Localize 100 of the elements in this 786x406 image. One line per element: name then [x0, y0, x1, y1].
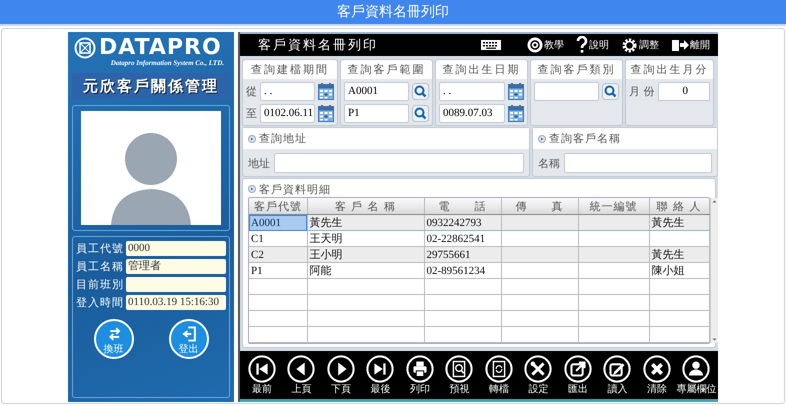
table-cell: 黃先生: [649, 214, 709, 230]
tool-label[interactable]: 離開: [690, 38, 710, 52]
edit-button[interactable]: 讀入: [598, 355, 637, 395]
document-refresh-icon: [484, 355, 513, 383]
question-mark-icon[interactable]: [576, 36, 588, 54]
filter-title: 查詢客戶類別: [531, 60, 622, 79]
field-label: 至: [246, 106, 257, 121]
tool-label[interactable]: 說明: [589, 38, 609, 52]
next-icon: [326, 355, 355, 383]
table-cell: 陳小姐: [649, 262, 709, 278]
logout-button[interactable]: 登出: [168, 319, 208, 359]
input-field[interactable]: 0: [658, 82, 710, 101]
screen-title: 客戶資料名冊列印: [258, 37, 379, 54]
field-label: 名稱: [538, 156, 560, 170]
exit-door-icon[interactable]: [671, 37, 689, 53]
column-header: 客 戶 名 稱: [307, 198, 424, 214]
filter-title: 查詢出生月分: [626, 60, 713, 79]
document-magnifier-icon: [445, 355, 474, 383]
previous-icon: [287, 355, 316, 383]
settings-icon[interactable]: [621, 36, 638, 54]
scroll-down-icon[interactable]: [710, 336, 718, 343]
disc-icon[interactable]: [527, 37, 543, 53]
previous-button[interactable]: 上頁: [282, 355, 321, 395]
input-field[interactable]: [274, 153, 524, 173]
column-header: 聯 絡 人: [649, 198, 709, 214]
scroll-up-icon[interactable]: [710, 198, 718, 205]
table-cell[interactable]: C2: [249, 246, 307, 262]
field-label: 目前班別: [76, 277, 124, 292]
field-label: 從: [246, 84, 257, 99]
input-field[interactable]: [534, 82, 599, 101]
first-page-button[interactable]: 最前: [242, 355, 282, 395]
panel-title: 客戶資料明細: [259, 182, 331, 196]
input-field[interactable]: 0089.07.03: [439, 104, 505, 123]
input-field[interactable]: . .: [439, 82, 505, 101]
user-icon: [682, 355, 710, 383]
filter-title: 查詢客戶範圍: [341, 60, 432, 79]
column-header: 統一編號: [578, 198, 649, 214]
table-cell[interactable]: A0001: [249, 214, 307, 230]
column-header: 傳 真: [501, 198, 578, 214]
field-value: 管理者: [126, 259, 226, 274]
page-title: 客戶資料名冊列印: [337, 3, 449, 21]
search-icon[interactable]: [412, 83, 429, 100]
bullet-icon: [248, 134, 256, 142]
close-icon: [642, 355, 671, 383]
printer-icon: [406, 355, 434, 383]
input-field[interactable]: [564, 153, 712, 173]
edit-icon: [603, 355, 632, 383]
printer-button[interactable]: 列印: [400, 355, 440, 395]
field-label: 員工名稱: [76, 259, 124, 274]
search-icon[interactable]: [412, 105, 429, 122]
calendar-icon[interactable]: [318, 83, 334, 100]
table-cell: 阿能: [307, 262, 424, 278]
field-value: 0000: [126, 241, 226, 256]
bullet-icon: [248, 185, 256, 193]
tools-button[interactable]: 設定: [518, 355, 558, 395]
column-header: 客戶代號: [249, 198, 307, 214]
field-label: 地址: [248, 156, 270, 170]
panel-title: 查詢地址: [259, 131, 307, 146]
next-button[interactable]: 下頁: [321, 355, 360, 395]
tool-label[interactable]: 調整: [639, 38, 659, 52]
filter-title: 查詢建檔期間: [243, 60, 337, 79]
user-button[interactable]: 專屬欄位: [676, 355, 716, 395]
input-field[interactable]: A0001: [344, 82, 409, 101]
last-page-button[interactable]: 最後: [360, 355, 400, 395]
input-field[interactable]: P1: [344, 104, 409, 123]
logo-text: DATAPRO: [99, 36, 222, 60]
table-cell: 02-89561234: [424, 262, 501, 278]
logo-emblem-icon: [74, 37, 96, 59]
table-cell: 黃先生: [307, 214, 424, 230]
switch-shift-button[interactable]: 換班: [94, 319, 134, 359]
first-page-icon: [248, 355, 276, 383]
table-cell: 29755661: [424, 246, 501, 262]
bullet-icon: [538, 134, 546, 142]
panel-title: 查詢客戶名稱: [549, 131, 621, 146]
table-cell[interactable]: P1: [249, 262, 307, 278]
input-field[interactable]: 0102.06.11: [260, 104, 315, 123]
input-field[interactable]: . .: [260, 82, 315, 101]
export-button[interactable]: 匯出: [558, 355, 598, 395]
table-cell: 黃先生: [649, 246, 709, 262]
field-label: 月 份: [629, 84, 654, 99]
keyboard-icon[interactable]: [481, 40, 501, 50]
tool-label[interactable]: 教學: [544, 38, 564, 52]
tools-icon: [524, 355, 552, 383]
field-label: 員工代號: [76, 241, 124, 256]
calendar-icon[interactable]: [508, 105, 524, 122]
table-cell: 王小明: [307, 246, 424, 262]
table-cell: 0932242793: [424, 214, 501, 230]
export-icon: [564, 355, 592, 383]
field-value: 0110.03.19 15:16:30: [126, 295, 226, 310]
column-header: 電 話: [424, 198, 501, 214]
last-page-icon: [366, 355, 394, 383]
calendar-icon[interactable]: [318, 105, 334, 122]
document-magnifier-button[interactable]: 預視: [440, 355, 479, 395]
document-refresh-button[interactable]: 轉檔: [479, 355, 518, 395]
filter-title: 查詢出生日期: [436, 60, 527, 79]
close-button[interactable]: 清除: [637, 355, 676, 395]
calendar-icon[interactable]: [508, 83, 524, 100]
field-label: 登入時間: [76, 295, 124, 310]
search-icon[interactable]: [602, 83, 619, 100]
app-name-banner: 元欣客戶關係管理: [72, 73, 230, 99]
